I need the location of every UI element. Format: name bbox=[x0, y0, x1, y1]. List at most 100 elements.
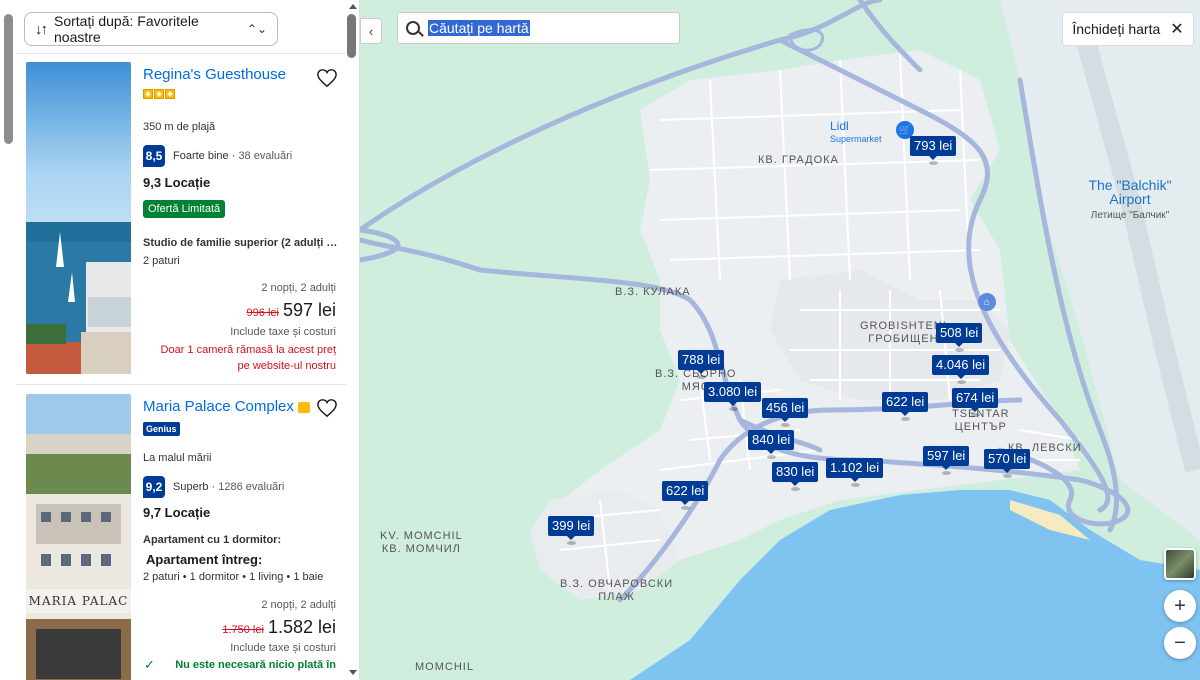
scroll-down-arrow-icon[interactable] bbox=[349, 670, 357, 675]
review-score: 8,5 Foarte bine · 38 evaluări bbox=[143, 145, 292, 167]
pin-anchor-dot bbox=[781, 423, 790, 427]
close-icon: ✕ bbox=[1170, 21, 1184, 38]
review-count: 38 evaluări bbox=[238, 150, 293, 162]
pin-anchor-dot bbox=[901, 417, 910, 421]
sidebar-scrollbar[interactable] bbox=[4, 14, 13, 144]
price-pin[interactable]: 508 lei bbox=[936, 323, 983, 347]
zoom-out-button[interactable]: − bbox=[1164, 627, 1196, 659]
divider bbox=[16, 53, 346, 54]
price-pin[interactable]: 622 lei bbox=[662, 481, 709, 505]
review-count: 1286 evaluări bbox=[218, 481, 285, 493]
score-badge: 9,2 bbox=[143, 476, 165, 498]
pin-anchor-dot bbox=[942, 471, 951, 475]
price-pin[interactable]: 570 lei bbox=[984, 449, 1031, 473]
current-price: 1.582 lei bbox=[267, 617, 336, 637]
price-pin[interactable]: 1.102 lei bbox=[826, 458, 884, 482]
taxes-note: Include taxe și costuri bbox=[230, 326, 336, 338]
map-district-label: В.З. ОВЧАРОВСКИ ПЛАЖ bbox=[560, 578, 674, 603]
hotel-photo-caption: MARIA PALAC bbox=[28, 594, 129, 608]
search-input-text[interactable]: Căutați pe hartă bbox=[428, 20, 530, 36]
hotel-photo[interactable] bbox=[26, 62, 131, 374]
heart-icon[interactable] bbox=[316, 398, 338, 418]
check-icon: ✓ bbox=[144, 657, 155, 672]
no-prepayment-note: Nu este necesară nicio plată în bbox=[175, 659, 336, 671]
collapse-list-button[interactable]: ‹ bbox=[360, 18, 382, 44]
close-map-button[interactable]: Închideți harta ✕ bbox=[1062, 12, 1194, 46]
chevron-left-icon: ‹ bbox=[368, 23, 374, 39]
stay-length: 2 nopți, 2 adulți bbox=[261, 282, 336, 294]
heart-icon[interactable] bbox=[316, 68, 338, 88]
airport-label[interactable]: The "Balchik" Airport Летище "Балчик" bbox=[1080, 178, 1180, 223]
hotel-card[interactable]: MARIA PALAC Maria Palace Complex Genius … bbox=[16, 394, 346, 680]
satellite-layer-toggle[interactable] bbox=[1164, 548, 1196, 580]
price-pin[interactable]: 793 lei bbox=[910, 136, 957, 160]
original-price: 1.750 lei bbox=[222, 624, 264, 636]
pin-anchor-dot bbox=[567, 541, 576, 545]
star-rating bbox=[143, 89, 338, 99]
hotel-name[interactable]: Maria Palace Complex bbox=[143, 398, 338, 415]
map-search-input[interactable]: Căutați pe hartă bbox=[397, 12, 680, 44]
list-scrollbar[interactable] bbox=[347, 14, 356, 58]
divider bbox=[16, 384, 346, 385]
price-pin[interactable]: 622 lei bbox=[882, 392, 929, 416]
lidl-label[interactable]: Lidl Supermarket bbox=[830, 120, 882, 145]
price-pin[interactable]: 399 lei bbox=[548, 516, 595, 540]
map-district-label: В.З. КУЛАКА bbox=[615, 286, 691, 298]
pin-anchor-dot bbox=[728, 407, 738, 411]
sort-button[interactable]: ↓↑ Sortați după: Favoritele noastre ⌃⌄ bbox=[24, 12, 278, 46]
pin-anchor-dot bbox=[681, 506, 690, 510]
pin-anchor-dot bbox=[791, 487, 800, 491]
bed-info: 2 paturi • 1 dormitor • 1 living • 1 bai… bbox=[143, 571, 324, 583]
pin-anchor-dot bbox=[697, 375, 706, 379]
price-pin[interactable]: 788 lei bbox=[678, 350, 725, 374]
hotel-name[interactable]: Regina's Guesthouse bbox=[143, 66, 338, 83]
map-view[interactable]: 🛒 Lidl Supermarket ⌂ КВ. ГРАДОКА В.З. КУЛ… bbox=[360, 0, 1200, 680]
room-type: Apartament cu 1 dormitor: bbox=[143, 534, 282, 546]
pin-anchor-dot bbox=[1003, 474, 1012, 478]
hotel-card[interactable]: Regina's Guesthouse 350 m de plajă 8,5 F… bbox=[16, 62, 346, 382]
map-canvas[interactable] bbox=[360, 0, 1200, 680]
results-sidebar: ↓↑ Sortați după: Favoritele noastre ⌃⌄ R… bbox=[0, 0, 360, 680]
distance-text: 350 m de plajă bbox=[143, 121, 216, 133]
search-icon bbox=[406, 21, 420, 35]
map-district-label: KV. MOMCHIL КВ. МОМЧИЛ bbox=[380, 530, 463, 555]
stay-length: 2 nopți, 2 adulți bbox=[261, 599, 336, 611]
bank-icon[interactable]: ⌂ bbox=[978, 293, 996, 311]
map-district-label: КВ. ГРАДОКА bbox=[758, 154, 839, 166]
score-word: Superb bbox=[173, 481, 209, 493]
price-row: 1.750 lei 1.582 lei bbox=[222, 617, 336, 638]
price-row: 996 lei 597 lei bbox=[247, 300, 336, 321]
star-icon bbox=[165, 89, 175, 99]
pin-anchor-dot bbox=[956, 380, 966, 384]
star-icon bbox=[143, 89, 153, 99]
limited-offer-badge: Ofertă Limitată bbox=[143, 200, 226, 218]
chevron-updown-icon: ⌃⌄ bbox=[246, 22, 267, 36]
pin-anchor-dot bbox=[767, 455, 776, 459]
review-score: 9,2 Superb · 1286 evaluări bbox=[143, 476, 284, 498]
whole-apartment-label: Apartament întreg: bbox=[146, 552, 263, 567]
sort-arrows-icon: ↓↑ bbox=[35, 20, 48, 38]
score-word: Foarte bine bbox=[173, 150, 229, 162]
price-pin[interactable]: 840 lei bbox=[748, 430, 795, 454]
pin-anchor-dot bbox=[971, 413, 980, 417]
price-pin[interactable]: 456 lei bbox=[762, 398, 809, 422]
star-icon bbox=[154, 89, 164, 99]
room-type: Studio de familie superior (2 adulți + 1… bbox=[143, 237, 338, 249]
price-pin[interactable]: 3.080 lei bbox=[704, 382, 762, 406]
hotel-photo[interactable]: MARIA PALAC bbox=[26, 394, 131, 680]
close-map-label: Închideți harta bbox=[1072, 21, 1161, 37]
price-pin[interactable]: 830 lei bbox=[772, 462, 819, 486]
availability-warning: Doar 1 cameră rămasă la acest preț pe we… bbox=[160, 344, 336, 372]
score-badge: 8,5 bbox=[143, 145, 165, 167]
price-pin[interactable]: 674 lei bbox=[952, 388, 999, 412]
sort-label: Sortați după: Favoritele noastre bbox=[54, 13, 199, 45]
pin-anchor-dot bbox=[955, 348, 964, 352]
location-score: 9,3 Locație bbox=[143, 175, 211, 190]
scroll-up-arrow-icon[interactable] bbox=[349, 4, 357, 9]
zoom-in-button[interactable]: + bbox=[1164, 590, 1196, 622]
pin-anchor-dot bbox=[929, 161, 938, 165]
thumbs-up-icon bbox=[297, 401, 310, 413]
price-pin[interactable]: 597 lei bbox=[923, 446, 970, 470]
map-district-label: TSENTAR ЦЕНТЪР bbox=[952, 408, 1010, 433]
price-pin[interactable]: 4.046 lei bbox=[932, 355, 990, 379]
